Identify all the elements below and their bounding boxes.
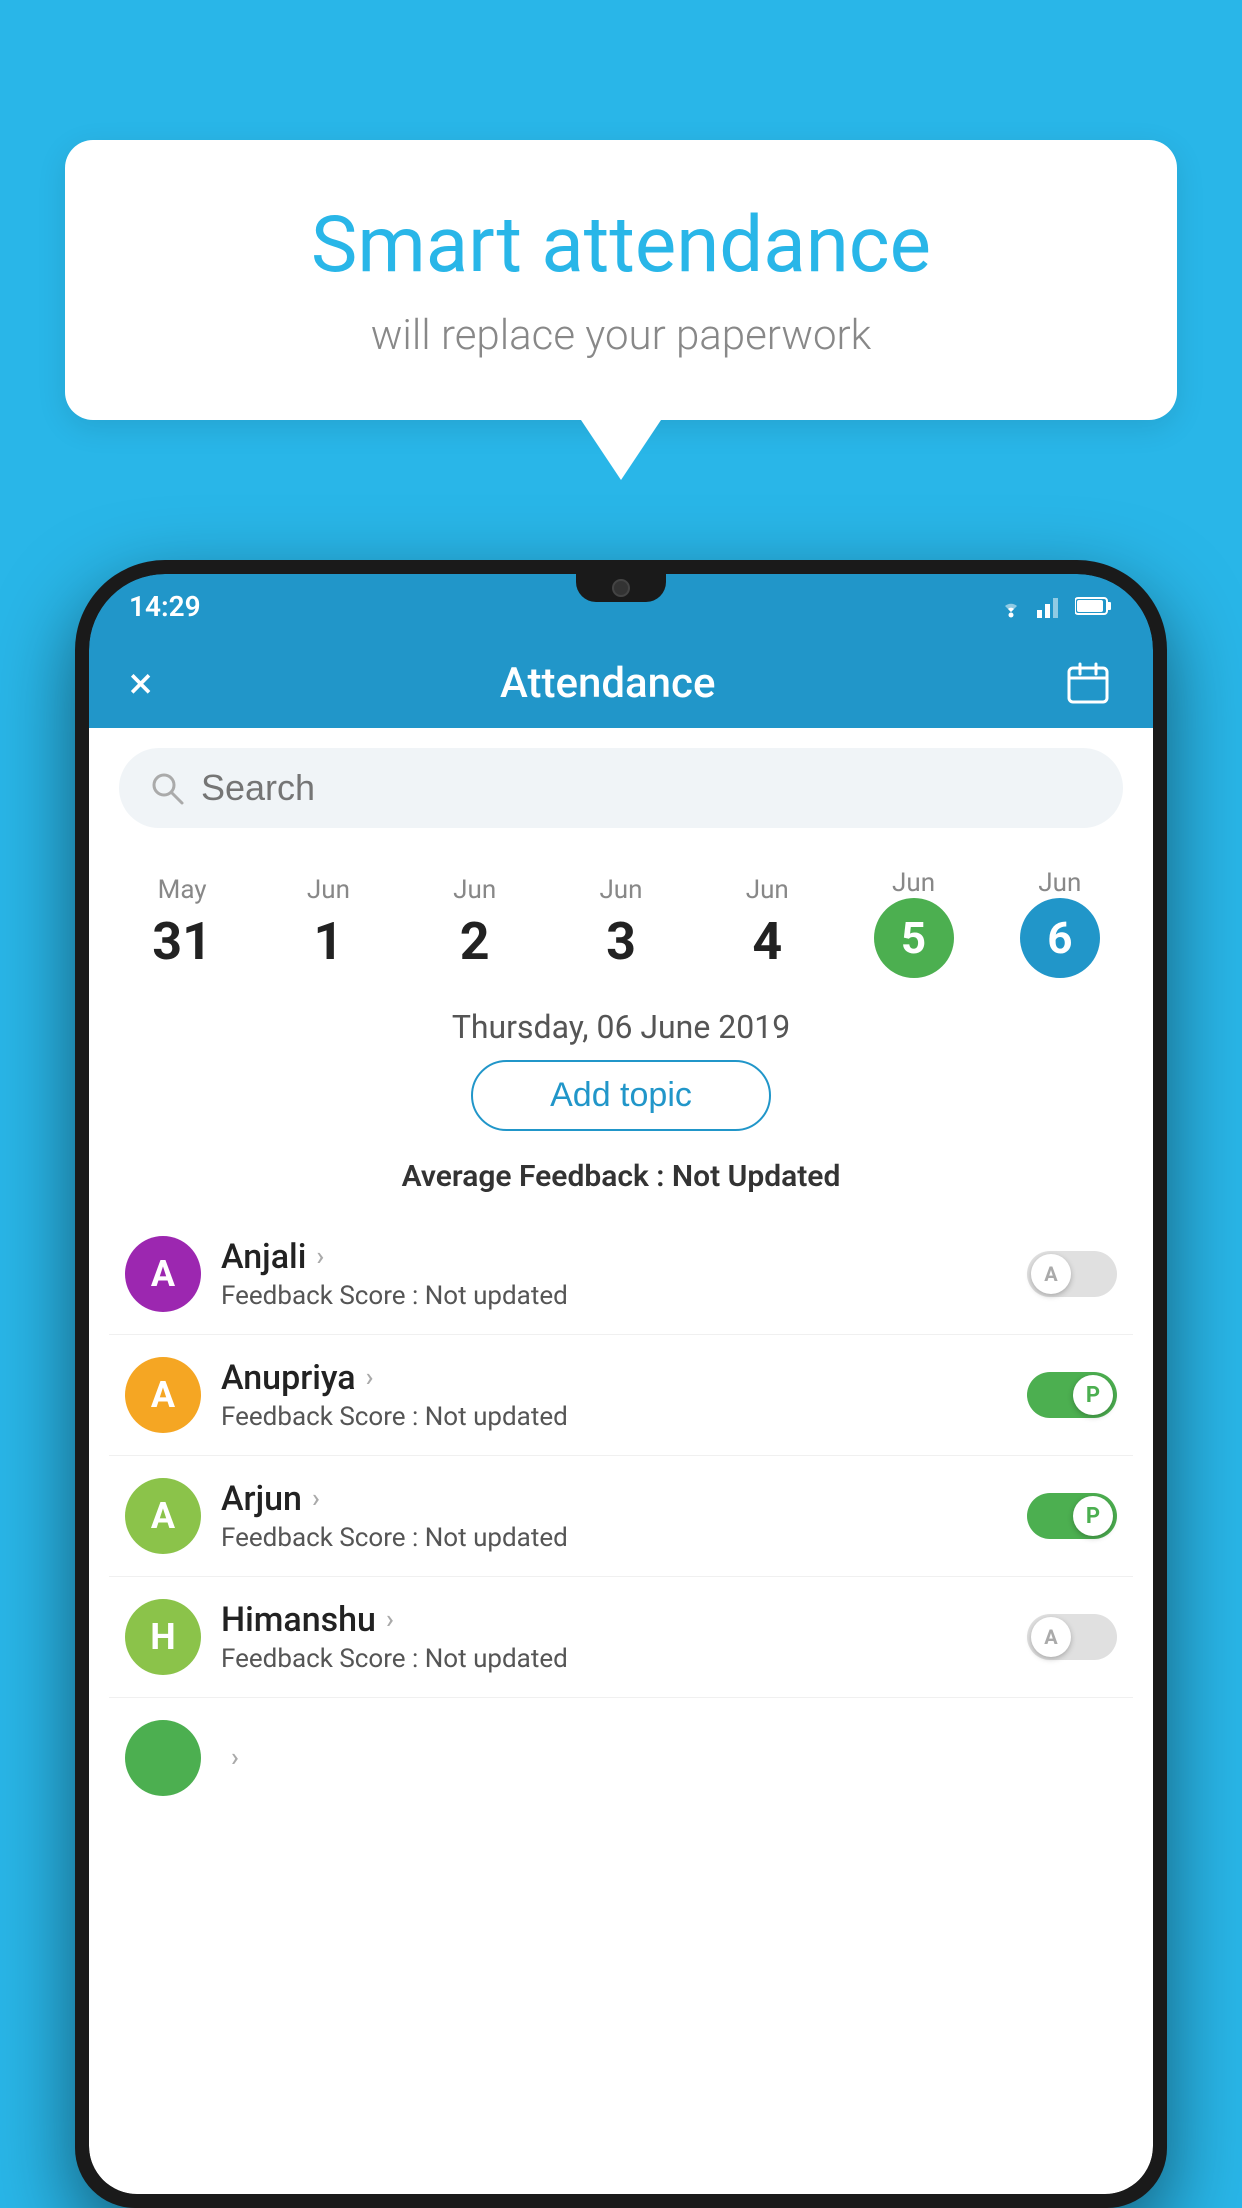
screen-content: May 31 Jun 1 Jun 2 Jun <box>89 728 1153 2194</box>
calendar-icon <box>1065 660 1111 706</box>
student-name-label: Arjun <box>221 1479 302 1519</box>
cal-day-jun3[interactable]: Jun 3 <box>548 865 694 982</box>
bubble-pointer <box>581 420 661 480</box>
speech-bubble: Smart attendance will replace your paper… <box>65 140 1177 480</box>
student-row: A Anjali › Feedback Score : Not updated <box>109 1214 1133 1335</box>
student-name-label: Anjali <box>221 1237 306 1277</box>
chevron-right-icon: › <box>386 1605 394 1635</box>
feedback-score: Not updated <box>425 1644 568 1674</box>
student-row: › <box>109 1698 1133 1818</box>
cal-day-jun5[interactable]: Jun 5 <box>840 858 986 988</box>
phone-frame: 14:29 <box>75 560 1167 2208</box>
student-info[interactable]: Anjali › Feedback Score : Not updated <box>221 1237 1007 1311</box>
header-title: Attendance <box>500 659 715 708</box>
bubble-subtitle: will replace your paperwork <box>145 311 1097 360</box>
chevron-right-icon: › <box>316 1242 324 1272</box>
app-header: × Attendance <box>89 638 1153 728</box>
signal-icon <box>1037 594 1065 618</box>
attendance-toggle[interactable]: P <box>1027 1372 1117 1418</box>
feedback-value: Not Updated <box>672 1159 840 1194</box>
attendance-toggle[interactable]: A <box>1027 1614 1117 1660</box>
student-row: A Anupriya › Feedback Score : Not update… <box>109 1335 1133 1456</box>
student-info[interactable]: Himanshu › Feedback Score : Not updated <box>221 1600 1007 1674</box>
status-icons <box>995 594 1113 618</box>
feedback-label: Feedback Score : <box>221 1644 425 1674</box>
selected-date-label: Thursday, 06 June 2019 <box>89 988 1153 1060</box>
feedback-score: Not updated <box>425 1402 568 1432</box>
calendar-strip: May 31 Jun 1 Jun 2 Jun <box>89 848 1153 988</box>
cal-day-jun6[interactable]: Jun 6 <box>987 858 1133 988</box>
cal-day-jun2[interactable]: Jun 2 <box>402 865 548 982</box>
student-row: H Himanshu › Feedback Score : Not update… <box>109 1577 1133 1698</box>
cal-day-jun1[interactable]: Jun 1 <box>255 865 401 982</box>
close-button[interactable]: × <box>129 657 152 709</box>
search-bar[interactable] <box>119 748 1123 828</box>
wifi-icon <box>995 594 1027 618</box>
add-topic-button[interactable]: Add topic <box>471 1060 771 1131</box>
avatar: H <box>125 1599 201 1675</box>
status-time: 14:29 <box>129 590 201 623</box>
chevron-right-icon: › <box>231 1743 239 1773</box>
student-info[interactable]: Anupriya › Feedback Score : Not updated <box>221 1358 1007 1432</box>
student-row: A Arjun › Feedback Score : Not updated <box>109 1456 1133 1577</box>
avatar: A <box>125 1357 201 1433</box>
search-icon <box>149 770 185 806</box>
feedback-score: Not updated <box>425 1523 568 1553</box>
status-bar: 14:29 <box>89 574 1153 638</box>
avatar <box>125 1720 201 1796</box>
battery-icon <box>1075 596 1113 616</box>
student-name-label: Anupriya <box>221 1358 356 1398</box>
attendance-toggle[interactable]: A <box>1027 1251 1117 1297</box>
feedback-label: Feedback Score : <box>221 1523 425 1553</box>
student-info[interactable]: › <box>221 1743 1117 1773</box>
avatar: A <box>125 1478 201 1554</box>
cal-day-may31[interactable]: May 31 <box>109 865 255 982</box>
feedback-label: Feedback Score : <box>221 1402 425 1432</box>
feedback-label: Average Feedback : <box>402 1159 672 1194</box>
chevron-right-icon: › <box>312 1484 320 1514</box>
student-name-label: Himanshu <box>221 1600 376 1640</box>
feedback-label: Feedback Score : <box>221 1281 425 1311</box>
search-input[interactable] <box>201 767 1093 809</box>
feedback-summary: Average Feedback : Not Updated <box>89 1151 1153 1214</box>
bubble-title: Smart attendance <box>145 200 1097 291</box>
student-info[interactable]: Arjun › Feedback Score : Not updated <box>221 1479 1007 1553</box>
attendance-toggle[interactable]: P <box>1027 1493 1117 1539</box>
student-list: A Anjali › Feedback Score : Not updated <box>89 1214 1153 1818</box>
calendar-button[interactable] <box>1063 658 1113 708</box>
feedback-score: Not updated <box>425 1281 568 1311</box>
avatar: A <box>125 1236 201 1312</box>
cal-day-jun4[interactable]: Jun 4 <box>694 865 840 982</box>
chevron-right-icon: › <box>366 1363 374 1393</box>
